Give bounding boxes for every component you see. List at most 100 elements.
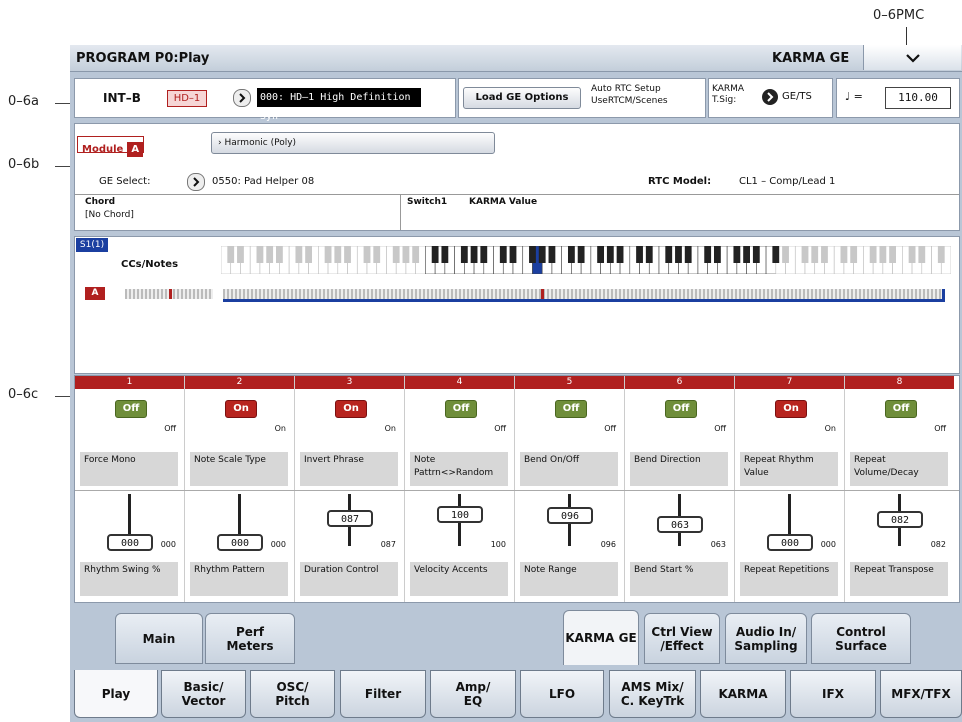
program-popup-arrow[interactable] — [233, 89, 251, 107]
switch-toggle[interactable]: Off — [445, 400, 477, 418]
switch-toggle[interactable]: On — [335, 400, 367, 418]
ge-type-button[interactable]: › Harmonic (Poly) — [211, 132, 495, 154]
slot-number: 7 — [735, 376, 844, 389]
main-tab-0[interactable]: Play — [74, 670, 158, 718]
ge-select-label: GE Select: — [99, 176, 151, 187]
slot-column: 4 Off Off Note Pattrn<>Random 100 100 Ve… — [405, 376, 514, 602]
slot-column: 3 On On Invert Phrase 087 087 Duration C… — [295, 376, 404, 602]
slider-knob[interactable]: 096 — [547, 507, 593, 524]
subtab-5[interactable]: Control Surface — [811, 613, 911, 664]
switch-toggle[interactable]: Off — [115, 400, 147, 418]
slider-label: Repeat Repetitions — [740, 562, 838, 596]
main-tab-3[interactable]: Filter — [340, 670, 426, 718]
tempo-panel: ♩ = 110.00 — [836, 78, 960, 118]
main-tab-4[interactable]: Amp/ EQ — [430, 670, 516, 718]
chevron-right-icon: › — [218, 138, 222, 148]
callout-pmc: 0–6PMC — [873, 8, 925, 23]
switch-toggle[interactable]: Off — [665, 400, 697, 418]
bank-label: INT–B — [103, 91, 141, 105]
callout-6b: 0–6b — [8, 157, 40, 172]
slot-column: 7 On On Repeat Rhythm Value 000 000 Repe… — [735, 376, 844, 602]
slider-value: 082 — [930, 540, 946, 549]
hd-badge: HD–1 — [167, 90, 207, 107]
page-menu-button[interactable] — [863, 45, 961, 70]
tsig-value: GE/TS — [782, 91, 812, 102]
switch-value: Off — [714, 424, 726, 433]
slot-number: 4 — [405, 376, 514, 389]
range-bar-large — [223, 289, 945, 302]
switch-value: On — [274, 424, 286, 433]
main-tab-9[interactable]: MFX/TFX — [880, 670, 962, 718]
switch-value: Off — [164, 424, 176, 433]
switch1-label: Switch1 — [407, 197, 448, 207]
chevron-down-icon — [906, 54, 920, 63]
ge-type-label: Harmonic (Poly) — [224, 138, 297, 148]
slider-knob[interactable]: 063 — [657, 516, 703, 533]
main-tab-5[interactable]: LFO — [520, 670, 604, 718]
auto-rtc-line2: UseRTCM/Scenes — [591, 96, 668, 106]
slot-column: 6 Off Off Bend Direction 063 063 Bend St… — [625, 376, 734, 602]
subtab-2[interactable]: KARMA GE — [563, 610, 639, 665]
slot-number: 1 — [75, 376, 184, 389]
tempo-field[interactable]: 110.00 — [885, 87, 951, 109]
ge-select-popup[interactable] — [187, 173, 205, 191]
load-ge-options-button[interactable]: Load GE Options — [463, 87, 581, 109]
switch-toggle[interactable]: On — [225, 400, 257, 418]
slider-knob[interactable]: 082 — [877, 511, 923, 528]
main-tab-6[interactable]: AMS Mix/ C. KeyTrk — [609, 670, 696, 718]
slider-knob[interactable]: 000 — [107, 534, 153, 551]
slot-number: 8 — [845, 376, 954, 389]
switch-toggle[interactable]: Off — [555, 400, 587, 418]
slider-label: Bend Start % — [630, 562, 728, 596]
slot-number: 2 — [185, 376, 294, 389]
chevron-right-icon — [193, 177, 200, 187]
switch-value: Off — [604, 424, 616, 433]
page-subtitle: KARMA GE — [772, 51, 850, 66]
slot-number: 3 — [295, 376, 404, 389]
slot-column: 1 Off Off Force Mono 000 000 Rhythm Swin… — [75, 376, 184, 602]
tempo-symbol: ♩ = — [845, 90, 863, 103]
chevron-right-icon — [767, 92, 774, 102]
switch-toggle[interactable]: Off — [885, 400, 917, 418]
slider-label: Note Range — [520, 562, 618, 596]
switch-value: Off — [494, 424, 506, 433]
main-tab-1[interactable]: Basic/ Vector — [161, 670, 246, 718]
keyboard-icon — [220, 245, 952, 275]
subtab-4[interactable]: Audio In/ Sampling — [725, 613, 807, 664]
main-tab-8[interactable]: IFX — [790, 670, 876, 718]
main-tab-2[interactable]: OSC/ Pitch — [250, 670, 335, 718]
switch-value: Off — [934, 424, 946, 433]
switch-toggle[interactable]: On — [775, 400, 807, 418]
subtab-3[interactable]: Ctrl View /Effect — [644, 613, 720, 664]
slider-knob[interactable]: 000 — [217, 534, 263, 551]
slider-label: Velocity Accents — [410, 562, 508, 596]
karma-value-label: KARMA Value — [469, 197, 538, 207]
page-title: PROGRAM P0:Play — [76, 51, 210, 66]
switch-label: Note Pattrn<>Random — [410, 452, 508, 486]
program-name-field[interactable]: 000: HD–1 High Definition Syn — [257, 88, 421, 122]
slider-knob[interactable]: 100 — [437, 506, 483, 523]
switch-label: Repeat Rhythm Value — [740, 452, 838, 486]
chord-value: [No Chord] — [85, 210, 134, 220]
slider-knob[interactable]: 087 — [327, 510, 373, 527]
slider-value: 063 — [710, 540, 726, 549]
keyboard-panel: S1(1) CCs/Notes A — [74, 236, 960, 374]
slider-value: 000 — [270, 540, 286, 549]
slider-value: 100 — [490, 540, 506, 549]
callout-6c: 0–6c — [8, 387, 39, 402]
tsig-popup-button[interactable] — [762, 89, 778, 105]
slider-value: 000 — [160, 540, 176, 549]
subtab-0[interactable]: Main — [115, 613, 203, 664]
switch-label: Invert Phrase — [300, 452, 398, 486]
karma-tsig-line2: T.Sig: — [712, 95, 737, 105]
load-ge-panel: Load GE Options Auto RTC Setup UseRTCM/S… — [458, 78, 706, 118]
slot-number: 6 — [625, 376, 734, 389]
ccs-notes-label: CCs/Notes — [121, 259, 179, 270]
switch-label: Repeat Volume/Decay — [850, 452, 948, 486]
module-label: Module — [82, 144, 124, 155]
subtab-1[interactable]: Perf Meters — [205, 613, 295, 664]
switch-label: Bend Direction — [630, 452, 728, 486]
rtc-model-value: CL1 – Comp/Lead 1 — [739, 176, 836, 187]
slider-knob[interactable]: 000 — [767, 534, 813, 551]
main-tab-7[interactable]: KARMA — [700, 670, 786, 718]
